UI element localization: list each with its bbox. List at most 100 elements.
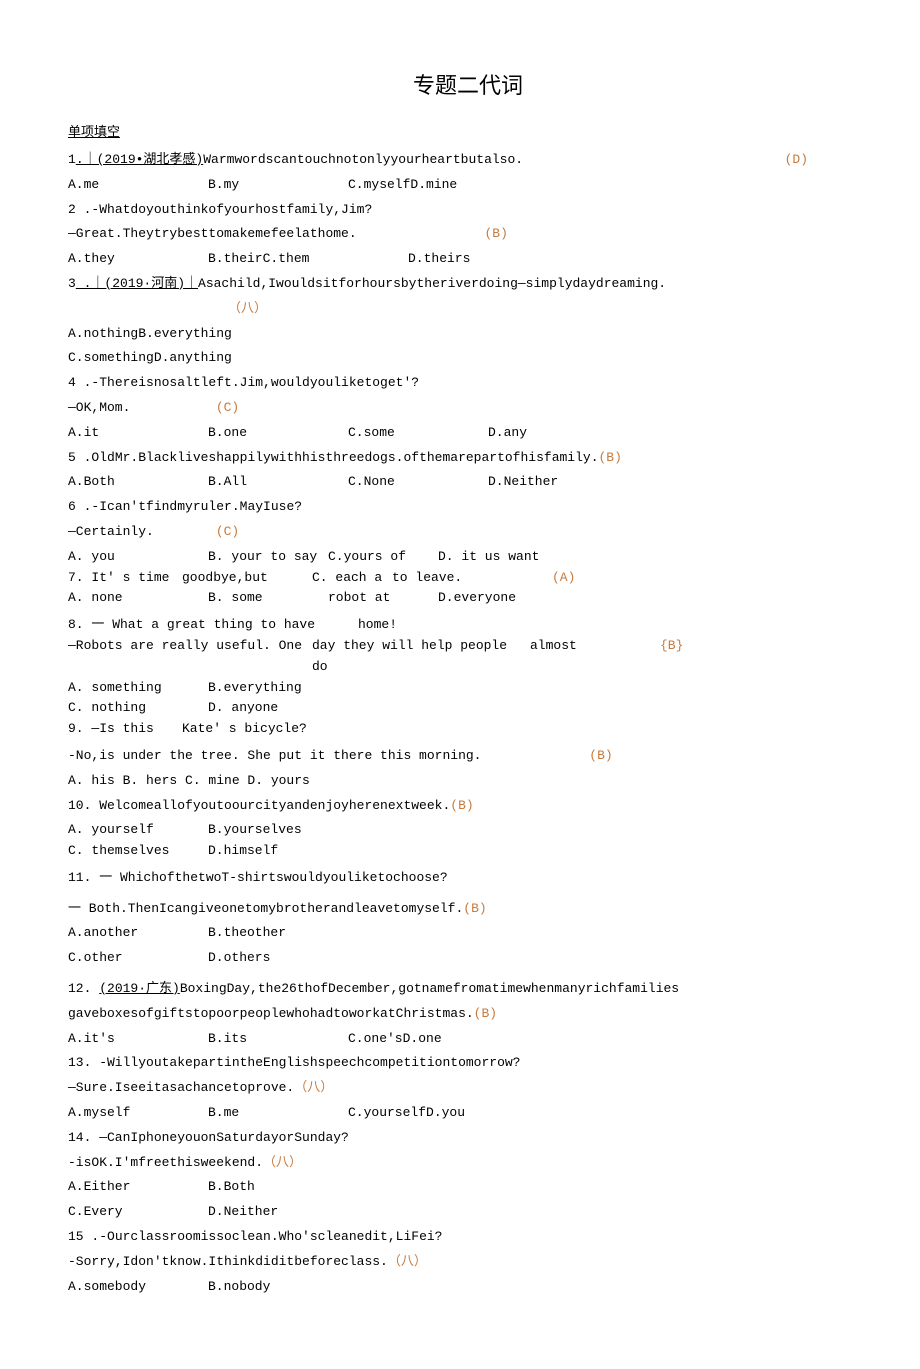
q10-opt-d: D.himself <box>208 841 278 862</box>
q2-opt-d: D.theirs <box>408 249 568 270</box>
q14-opt-d: D.Neither <box>208 1202 348 1223</box>
q3-answer: （八） <box>228 299 267 320</box>
q9-t3: -No,is under the tree. She put it there … <box>68 748 481 763</box>
q4-opt-c: C.some <box>348 423 488 444</box>
q14-opt-c: C.Every <box>68 1202 208 1223</box>
q13-text2: —Sure.Iseeitasachancetoprove. <box>68 1080 294 1095</box>
q12-stem2: gaveboxesofgiftstopoorpeoplewhohadtowork… <box>68 1004 868 1025</box>
q4-options: A.it B.one C.some D.any <box>68 423 868 444</box>
q5-opt-d: D.Neither <box>488 472 648 493</box>
q11-answer: (B) <box>463 899 486 920</box>
q13-options: A.myself B.me C.yourselfD.you <box>68 1103 868 1124</box>
q7-t1: 7. It' s time <box>68 568 182 589</box>
q6-stem2: —Certainly. (C) <box>68 522 868 543</box>
q5-opt-b: B.All <box>208 472 348 493</box>
q6-text2: —Certainly. <box>68 522 208 543</box>
q12-options: A.it's B.its C.one'sD.one <box>68 1029 868 1050</box>
q4-text2: —OK,Mom. <box>68 398 208 419</box>
q2-text1: .-Whatdoyouthinkofyourhostfamily,Jim? <box>76 202 372 217</box>
q3-text: Asachild,Iwouldsitforhoursbytheriverdoin… <box>198 276 666 291</box>
q6-num: 6 <box>68 499 76 514</box>
q10-stem: 10. Welcomeallofyoutoourcityandenjoyhere… <box>68 796 868 817</box>
q10-opt-c: C. themselves <box>68 841 208 862</box>
q3-answer-line: （八） <box>68 299 868 320</box>
q4-stem2: —OK,Mom. (C) <box>68 398 868 419</box>
q11-opt-c: C.other <box>68 948 208 969</box>
q7-stem: 7. It' s time goodbye,but C. each a to l… <box>68 568 868 589</box>
q8-options-row2: C. nothing D. anyone <box>68 698 868 719</box>
q1-opt-c: C.myselfD.mine <box>348 175 488 196</box>
q11-options-row1: A.another B.theother <box>68 923 868 944</box>
q5-text: .OldMr.Blackliveshappilywithhisthreedogs… <box>76 450 599 465</box>
page-title: 专题二代词 <box>68 68 868 103</box>
q2-num: 2 <box>68 202 76 217</box>
q9-t1: 9. —Is this <box>68 719 182 740</box>
q12-stem1: 12. (2019·广东)BoxingDay,the26thofDecember… <box>68 979 868 1000</box>
q4-num: 4 <box>68 375 76 390</box>
q15-text1: .-Ourclassroomissoclean.Who'scleanedit,L… <box>84 1229 443 1244</box>
q14-stem2: -isOK.I'mfreethisweekend.（八） <box>68 1153 868 1174</box>
section-header: 单项填空 <box>68 123 868 144</box>
q2-opt-b: B.theirC.them <box>208 249 408 270</box>
q7-options: A. none B. some robot at D.everyone <box>68 588 868 609</box>
q5-options: A.Both B.All C.None D.Neither <box>68 472 868 493</box>
q4-opt-d: D.any <box>488 423 648 444</box>
q10-answer: (B) <box>450 796 473 817</box>
q15-answer: （八） <box>388 1252 427 1273</box>
q12-source: (2019·广东) <box>99 981 180 996</box>
q4-stem1: 4 .-Thereisnosaltleft.Jim,wouldyouliketo… <box>68 373 868 394</box>
q6-opt-a: A. you <box>68 547 208 568</box>
q8-stem1: 8. 一 What a great thing to have home! <box>68 615 868 636</box>
q8-answer: {B} <box>660 636 683 678</box>
q1-opt-b: B.my <box>208 175 348 196</box>
q7-t3: C. each a <box>312 568 392 589</box>
q12-opt-c: C.one'sD.one <box>348 1029 488 1050</box>
q6-options: A. you B. your to say C.yours of D. it u… <box>68 547 868 568</box>
q15-text2: -Sorry,Idon'tknow.Ithinkdiditbeforeclass… <box>68 1254 388 1269</box>
q5-num: 5 <box>68 450 76 465</box>
q3-num: 3 <box>68 276 76 291</box>
q11-options-row2: C.other D.others <box>68 948 868 969</box>
q14-stem1: 14. —CanIphoneyouonSaturdayorSunday? <box>68 1128 868 1149</box>
q13-stem2: —Sure.Iseeitasachancetoprove.（八） <box>68 1078 868 1099</box>
q13-opt-c: C.yourselfD.you <box>348 1103 488 1124</box>
q7-opt-c: robot at <box>328 588 438 609</box>
q12-text1: BoxingDay,the26thofDecember,gotnamefroma… <box>180 981 679 996</box>
q12-num: 12. <box>68 981 99 996</box>
q1-stem: 1.｜(2019•湖北孝感)Warmwordscantouchnotonlyyo… <box>68 150 868 171</box>
q1-num: 1 <box>68 152 76 167</box>
q14-answer: （八） <box>263 1153 302 1174</box>
q10-options-row1: A. yourself B.yourselves <box>68 820 868 841</box>
q15-opt-b: B.nobody <box>208 1277 348 1298</box>
q7-opt-b: B. some <box>208 588 328 609</box>
q11-text2: 一 Both.ThenIcangiveonetomybrotherandleav… <box>68 901 463 916</box>
q9-t2: Kate' s bicycle? <box>182 719 307 740</box>
q13-opt-a: A.myself <box>68 1103 208 1124</box>
q2-options: A.they B.theirC.them D.theirs <box>68 249 868 270</box>
q5-answer: (B) <box>599 448 622 469</box>
q1-text: Warmwordscantouchnotonlyyourheartbutalso… <box>203 152 523 167</box>
q9-stem2: -No,is under the tree. She put it there … <box>68 746 868 767</box>
q7-t4: to leave. <box>392 568 552 589</box>
q8-t2: home! <box>358 615 397 636</box>
q10-opt-b: B.yourselves <box>208 820 302 841</box>
q6-text1: .-Ican'tfindmyruler.MayIuse? <box>76 499 302 514</box>
q7-opt-a: A. none <box>68 588 208 609</box>
q8-opt-b: B.everything <box>208 678 302 699</box>
q4-text1: .-Thereisnosaltleft.Jim,wouldyouliketoge… <box>76 375 419 390</box>
q3-source: .｜(2019·河南)｜ <box>76 276 198 291</box>
q13-answer: （八） <box>294 1078 333 1099</box>
q6-opt-c: C.yours of <box>328 547 438 568</box>
q15-stem1: 15 .-Ourclassroomissoclean.Who'scleanedi… <box>68 1227 868 1248</box>
q8-t4: day they will help people do <box>312 636 530 678</box>
q8-t3: —Robots are really useful. One <box>68 636 312 678</box>
q4-answer: (C) <box>216 398 239 419</box>
q13-opt-b: B.me <box>208 1103 348 1124</box>
q4-opt-b: B.one <box>208 423 348 444</box>
q8-t5: almost <box>530 636 660 678</box>
q14-opt-a: A.Either <box>68 1177 208 1198</box>
q6-stem1: 6 .-Ican'tfindmyruler.MayIuse? <box>68 497 868 518</box>
q3-opt-ab: A.nothingB.everything <box>68 324 868 345</box>
q11-stem1: 11. 一 WhichofthetwoT-shirtswouldyouliket… <box>68 868 868 889</box>
q2-answer: (B) <box>484 224 507 245</box>
